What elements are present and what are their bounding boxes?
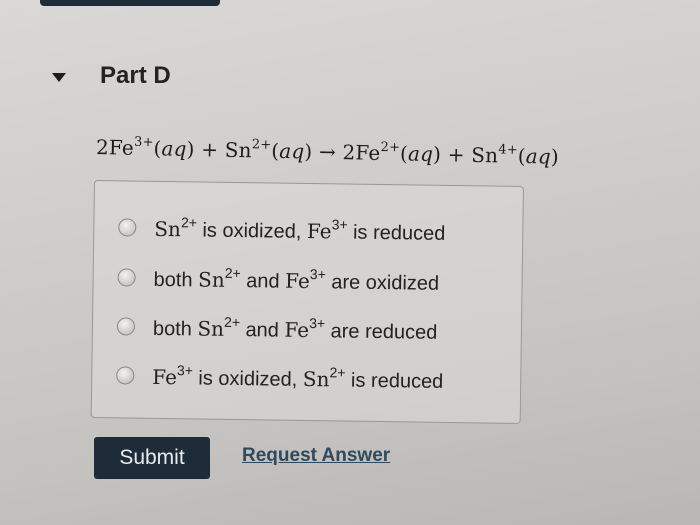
chem-charge: 2+ <box>180 214 198 231</box>
request-answer-link[interactable]: Request Answer <box>242 445 390 467</box>
chem-charge: 3+ <box>309 266 326 283</box>
eq-state: aq <box>525 144 552 169</box>
chem-symbol: Sn <box>302 366 330 392</box>
eq-arrow-product-fe: ) → 2Fe <box>304 139 381 165</box>
chem-symbol: Fe <box>284 268 310 294</box>
part-header[interactable]: Part D <box>52 62 171 90</box>
eq-term-sn: ) + Sn <box>186 136 252 163</box>
eq-term-fe: 2Fe <box>95 135 135 160</box>
eq-charge: 2+ <box>251 137 272 153</box>
eq-charge: 2+ <box>380 139 401 156</box>
eq-state: aq <box>407 141 434 167</box>
radio-button[interactable] <box>116 366 135 385</box>
eq-term-sn: ) + Sn <box>432 142 499 168</box>
part-title: Part D <box>100 62 171 89</box>
chem-symbol: Fe <box>284 317 310 343</box>
eq-state: aq <box>279 138 305 164</box>
chem-charge: 2+ <box>224 264 241 282</box>
radio-button[interactable] <box>118 218 137 237</box>
option-label: both Sn2+ and Fe3+ are oxidized <box>153 264 440 295</box>
chem-charge: 2+ <box>329 364 346 381</box>
eq-state: aq <box>161 136 187 161</box>
eq-charge: 3+ <box>133 134 154 151</box>
chem-charge: 2+ <box>223 313 241 331</box>
option-1[interactable]: Sn2+ is oxidized, Fe3+ is reduced <box>118 213 445 246</box>
chem-symbol: Fe <box>306 218 332 244</box>
chem-charge: 3+ <box>176 362 194 379</box>
option-label: Sn2+ is oxidized, Fe3+ is reduced <box>154 214 446 245</box>
answer-options-box: Sn2+ is oxidized, Fe3+ is reduced both S… <box>90 180 524 424</box>
option-label: both Sn2+ and Fe3+ are reduced <box>152 313 438 344</box>
option-3[interactable]: both Sn2+ and Fe3+ are reduced <box>116 312 438 344</box>
chem-symbol: Sn <box>154 216 182 242</box>
radio-button[interactable] <box>116 317 136 336</box>
option-2[interactable]: both Sn2+ and Fe3+ are oxidized <box>117 263 439 295</box>
eq-charge: 4+ <box>498 142 519 158</box>
radio-button[interactable] <box>117 268 136 287</box>
top-header-bar <box>40 0 220 6</box>
chem-charge: 3+ <box>309 315 326 332</box>
option-label: Fe3+ is oxidized, Sn2+ is reduced <box>152 362 444 393</box>
eq-paren: ) <box>550 144 560 169</box>
chem-symbol: Fe <box>152 364 178 390</box>
chem-symbol: Sn <box>197 267 225 292</box>
submit-button[interactable]: Submit <box>94 437 210 479</box>
chem-symbol: Sn <box>197 316 225 341</box>
option-4[interactable]: Fe3+ is oxidized, Sn2+ is reduced <box>116 361 443 394</box>
caret-down-icon[interactable] <box>52 72 66 82</box>
reaction-equation: 2Fe3+(aq) + Sn2+(aq) → 2Fe2+(aq) + Sn4+(… <box>96 134 559 169</box>
chem-charge: 3+ <box>331 216 348 233</box>
